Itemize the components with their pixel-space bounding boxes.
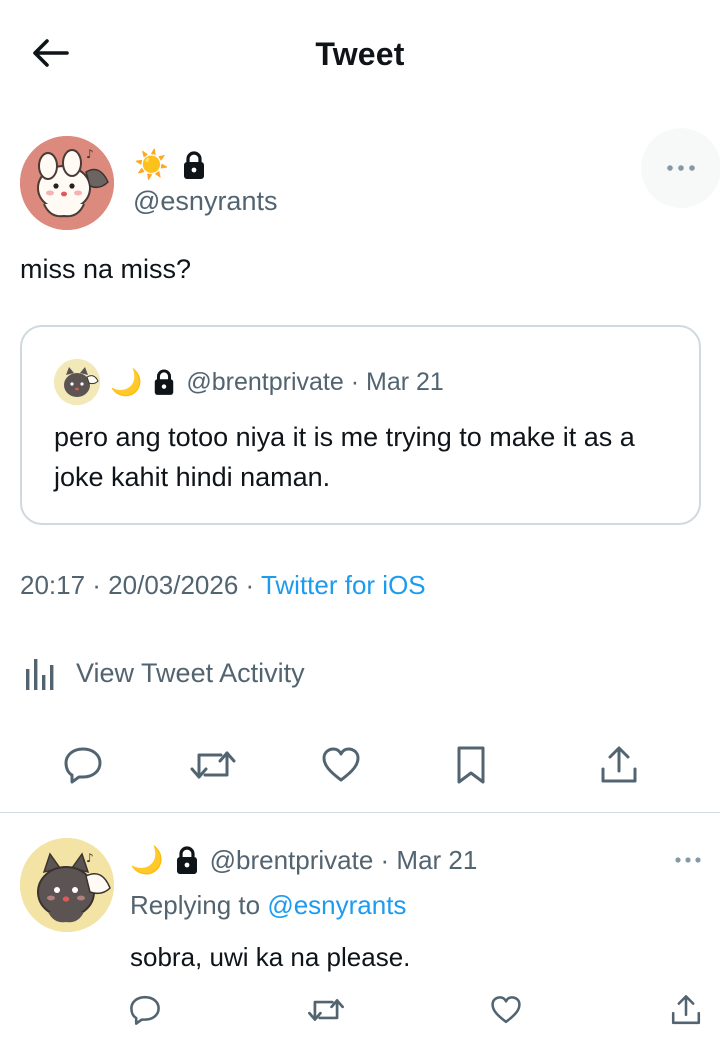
top-bar: Tweet <box>0 0 720 108</box>
reply-button[interactable] <box>58 740 108 790</box>
moon-emoji: 🌙 <box>130 845 164 875</box>
page-title: Tweet <box>315 36 405 72</box>
reply-text: sobra, uwi ka na please. <box>130 942 411 972</box>
avatar-cat-image: ♪ <box>20 838 114 932</box>
reply-icon <box>64 747 102 784</box>
avatar[interactable]: ♪ <box>20 136 114 230</box>
like-button[interactable] <box>316 740 366 790</box>
more-dots-icon <box>675 857 701 863</box>
share-icon <box>671 995 701 1025</box>
reply-action-bar <box>0 990 720 1040</box>
author-handle[interactable]: @esnyrants <box>133 186 277 217</box>
replying-to-mention[interactable]: @esnyrants <box>267 890 406 920</box>
quoted-handle-date: @brentprivate · Mar 21 <box>186 367 444 396</box>
replying-to: Replying to @esnyrants <box>130 890 406 921</box>
avatar-bunny-image: ♪ <box>20 136 114 230</box>
reply-tweet[interactable]: ♪ 🌙 @brentprivate · Mar 21 Replying to @… <box>0 830 720 1047</box>
reply-retweet-button[interactable] <box>306 990 346 1030</box>
quoted-avatar <box>54 359 100 405</box>
retweet-icon <box>190 751 236 779</box>
heart-icon <box>322 747 360 782</box>
svg-text:♪: ♪ <box>86 147 94 161</box>
replying-prefix: Replying to <box>130 890 261 920</box>
reply-avatar[interactable]: ♪ <box>20 838 114 932</box>
view-activity-label: View Tweet Activity <box>76 657 305 688</box>
tweet-author: ♪ ☀️ @esnyrants <box>20 128 720 232</box>
quoted-tweet-text: pero ang totoo niya it is me trying to m… <box>54 422 635 492</box>
avatar-cat-image <box>54 359 100 405</box>
retweet-icon <box>308 999 344 1021</box>
share-button[interactable] <box>594 740 644 790</box>
moon-emoji: 🌙 <box>110 366 143 397</box>
lock-icon <box>176 846 197 874</box>
tweet-text: miss na miss? <box>20 254 192 284</box>
reply-header: 🌙 @brentprivate · Mar 21 <box>130 844 477 876</box>
reply-like-button[interactable] <box>486 990 526 1030</box>
share-icon <box>601 746 637 783</box>
svg-text:♪: ♪ <box>86 851 94 865</box>
heart-icon <box>491 996 521 1024</box>
reply-reply-button[interactable] <box>125 990 165 1030</box>
view-activity-button[interactable]: View Tweet Activity <box>24 655 305 691</box>
quoted-tweet-card[interactable]: 🌙 @brentprivate · Mar 21 pero ang totoo … <box>20 325 701 525</box>
reply-share-button[interactable] <box>666 990 706 1030</box>
bar-chart-icon <box>26 659 54 690</box>
tweet-meta: 20:17 · 20/03/2026 · Twitter for iOS <box>20 570 426 601</box>
reply-handle-date: @brentprivate · Mar 21 <box>209 844 478 875</box>
lock-icon <box>155 369 174 395</box>
display-name-row: ☀️ <box>134 148 207 181</box>
tweet-action-bar <box>0 740 720 794</box>
reply-more-button[interactable] <box>668 848 708 872</box>
quoted-tweet-header: 🌙 @brentprivate · Mar 21 <box>54 359 444 405</box>
bookmark-icon <box>457 746 485 784</box>
tweet-source-link[interactable]: Twitter for iOS <box>261 570 426 600</box>
divider <box>0 812 720 813</box>
lock-icon <box>183 150 204 179</box>
sun-emoji: ☀️ <box>134 149 169 180</box>
retweet-button[interactable] <box>188 740 238 790</box>
bookmark-button[interactable] <box>446 740 496 790</box>
more-options-button[interactable] <box>641 128 720 208</box>
more-dots-icon <box>667 165 695 171</box>
reply-icon <box>130 995 160 1025</box>
tweet-timestamp: 20:17 · 20/03/2026 · <box>20 570 261 600</box>
